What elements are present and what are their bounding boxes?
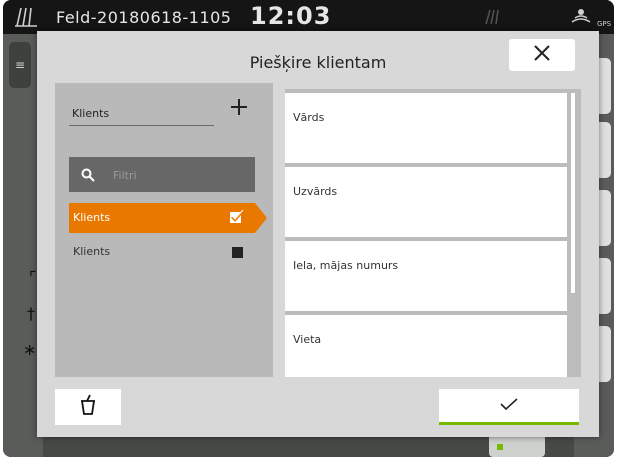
- field-label: Iela, mājas numurs: [293, 259, 399, 272]
- checkmark-icon: [499, 396, 519, 415]
- section-icon: ∗: [23, 340, 37, 359]
- list-item-customer-1[interactable]: Klients: [69, 203, 255, 233]
- filter-input[interactable]: [113, 166, 233, 184]
- field-last-name[interactable]: Uzvārds: [285, 167, 567, 237]
- search-icon: [81, 167, 95, 186]
- field-city[interactable]: Vieta: [285, 315, 567, 377]
- implement-icon: ⌜: [29, 268, 37, 287]
- field-label: Vieta: [293, 333, 322, 346]
- status-bar: Feld-20180618-1105 12:03 GPS: [3, 0, 614, 34]
- assign-customer-dialog: Piešķire klientam Klients Filtri Klients…: [37, 31, 599, 437]
- square-icon: [232, 247, 243, 258]
- customer-details-panel: Vārds Uzvārds Iela, mājas numurs Vieta: [285, 89, 581, 377]
- trash-icon: [79, 394, 97, 420]
- gps-label: GPS: [597, 20, 612, 28]
- list-header-label: Klients: [72, 107, 110, 120]
- field-name: Feld-20180618-1105: [56, 8, 232, 27]
- status-indicator: [497, 444, 503, 450]
- filter-field[interactable]: [69, 157, 255, 192]
- selection-arrow: [255, 203, 267, 233]
- clock: 12:03: [250, 2, 332, 30]
- scrollbar[interactable]: [571, 93, 575, 293]
- check-box-icon: [229, 209, 245, 228]
- list-item-customer-2[interactable]: Klients: [69, 237, 255, 267]
- confirm-button[interactable]: [439, 389, 579, 425]
- plus-icon: [229, 99, 249, 121]
- field-street[interactable]: Iela, mājas numurs: [285, 241, 567, 311]
- satellite-icon: [569, 4, 595, 34]
- field-icon: [11, 4, 41, 32]
- menu-icon: ≡: [15, 58, 26, 72]
- field-label: Vārds: [293, 111, 325, 124]
- customer-list-panel: Klients Klients: [55, 83, 273, 377]
- field-label: Uzvārds: [293, 185, 338, 198]
- close-icon: [533, 44, 551, 66]
- field-first-name[interactable]: Vārds: [285, 93, 567, 163]
- delete-button[interactable]: [55, 389, 121, 425]
- list-item-label: Klients: [73, 245, 111, 258]
- header-divider: [69, 125, 214, 126]
- list-item-label: Klients: [73, 211, 111, 224]
- signal-icon: [483, 6, 507, 30]
- tool-icon: †: [27, 304, 35, 323]
- terminal-screen: Feld-20180618-1105 12:03 GPS ≡ ⌜ † ∗ Pie…: [3, 0, 614, 457]
- close-button[interactable]: [509, 39, 575, 71]
- add-customer-button[interactable]: [229, 97, 249, 121]
